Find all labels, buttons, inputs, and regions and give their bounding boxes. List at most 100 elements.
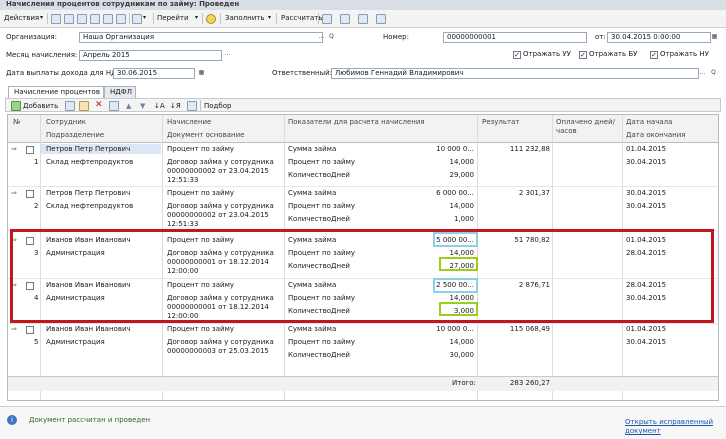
edit-icon[interactable]: [79, 101, 89, 111]
indicator-value[interactable]: 14,000: [428, 338, 475, 347]
toolbar-separator: [153, 13, 154, 24]
ellipsis-icon[interactable]: …: [698, 69, 707, 78]
indicator-value[interactable]: 6 000 00...: [428, 189, 474, 198]
calendar-icon[interactable]: ▦: [710, 33, 719, 42]
table-row[interactable]: ⇒ Петров Петр Петрович 1 Склад нефтепрод…: [8, 144, 718, 186]
row-checkbox[interactable]: [26, 326, 34, 334]
month-label: Месяц начисления:: [6, 51, 78, 59]
copy-row-icon[interactable]: [65, 101, 75, 111]
move-down-icon[interactable]: ▼: [140, 100, 145, 112]
actions-menu[interactable]: Действия: [4, 12, 39, 24]
month-field[interactable]: Апрель 2015: [79, 50, 222, 61]
unpost-icon[interactable]: [103, 14, 113, 24]
row-checkbox[interactable]: [26, 190, 34, 198]
date-start-cell[interactable]: 30.04.2015: [626, 189, 666, 198]
doc-cell[interactable]: Договор займа у сотрудника: [167, 338, 274, 347]
org-field[interactable]: Наша Организация: [79, 32, 323, 43]
chevron-down-icon[interactable]: ▾: [268, 12, 271, 24]
col-indicators[interactable]: Показатели для расчета начисления: [288, 118, 425, 126]
reflect-bu-label: Отражать БУ: [589, 50, 638, 58]
copy-icon[interactable]: [64, 14, 74, 24]
chevron-down-icon[interactable]: ▾: [143, 12, 146, 24]
fill-menu[interactable]: Заполнить: [225, 12, 264, 24]
employee-cell[interactable]: Иванов Иван Иванович: [46, 325, 131, 334]
accrual-cell[interactable]: Процент по займу: [167, 325, 234, 334]
move-up-icon[interactable]: ▲: [126, 100, 131, 112]
indicator-value[interactable]: 10 000 0...: [428, 145, 474, 154]
date-start-cell[interactable]: 01.04.2015: [626, 145, 666, 154]
col-basis-doc[interactable]: Документ основание: [167, 131, 244, 139]
col-employee[interactable]: Сотрудник: [46, 118, 86, 126]
indicator-value[interactable]: 14,000: [428, 158, 475, 167]
col-date-end[interactable]: Дата окончания: [626, 131, 685, 139]
date-end-cell[interactable]: 30.04.2015: [626, 338, 666, 347]
col-accrual[interactable]: Начисление: [167, 118, 211, 126]
col-paid[interactable]: Оплачено дней/часов: [556, 118, 622, 136]
reflect-uu-checkbox[interactable]: ✓: [513, 51, 521, 59]
number-field[interactable]: 00000000001: [443, 32, 587, 43]
col-department[interactable]: Подразделение: [46, 131, 104, 139]
table-row[interactable]: ⇒ Петров Петр Петрович 2 Склад нефтепрод…: [8, 188, 718, 230]
department-cell[interactable]: Склад нефтепродуктов: [46, 202, 133, 211]
indicator-value[interactable]: 1,000: [428, 215, 474, 224]
delete-icon[interactable]: ✕: [95, 99, 103, 111]
open-icon[interactable]: Q: [327, 33, 336, 42]
indicator-name: КоличествоДней: [288, 171, 350, 179]
selection-button[interactable]: Подбор: [204, 100, 231, 112]
date-end-cell[interactable]: 30.04.2015: [626, 202, 666, 211]
ellipsis-icon[interactable]: …: [317, 33, 326, 42]
post-icon[interactable]: [90, 14, 100, 24]
col-result[interactable]: Результат: [482, 118, 519, 126]
add-button[interactable]: Добавить: [23, 100, 58, 112]
accrual-cell[interactable]: Процент по займу: [167, 189, 234, 198]
sort-asc-icon[interactable]: ↓A: [154, 100, 165, 112]
employee-cell[interactable]: Петров Петр Петрович: [46, 145, 130, 154]
department-cell[interactable]: Склад нефтепродуктов: [46, 158, 133, 167]
indicator-value[interactable]: 10 000 0...: [428, 325, 474, 334]
dt-kt-icon[interactable]: [322, 14, 332, 24]
employee-cell[interactable]: Петров Петр Петрович: [46, 189, 130, 198]
chevron-down-icon[interactable]: ▾: [40, 12, 43, 24]
open-corrected-link-2[interactable]: документ: [625, 427, 661, 435]
sort-desc-icon[interactable]: ↓Я: [170, 100, 181, 112]
calendar-icon[interactable]: ▦: [197, 69, 206, 78]
doc-cell[interactable]: Договор займа у сотрудника: [167, 158, 274, 167]
dt-kt-accounting-icon[interactable]: [340, 14, 350, 24]
open-icon[interactable]: Q: [709, 69, 718, 78]
table-row[interactable]: ⇒ Иванов Иван Иванович 5 Администрация П…: [8, 324, 718, 366]
date-end-cell[interactable]: 30.04.2015: [626, 158, 666, 167]
table-settings-icon[interactable]: [187, 101, 197, 111]
doc-cell[interactable]: Договор займа у сотрудника: [167, 202, 274, 211]
date-field[interactable]: 30.04.2015 0:00:00: [607, 32, 711, 43]
reflect-nu-checkbox[interactable]: ✓: [650, 51, 658, 59]
row-checkbox[interactable]: [26, 146, 34, 154]
calculate-button[interactable]: Рассчитать: [281, 12, 322, 24]
select-icon[interactable]: …: [223, 50, 232, 59]
payout-date-field[interactable]: 30.06.2015: [113, 68, 195, 79]
open-corrected-link[interactable]: Открыть исправленный: [625, 418, 713, 426]
reflect-bu-checkbox[interactable]: ✓: [579, 51, 587, 59]
indicator-value[interactable]: 29,000: [428, 171, 475, 180]
goto-menu[interactable]: Перейти: [157, 12, 189, 24]
loan-amount-highlight: [433, 232, 478, 247]
col-no[interactable]: №: [13, 118, 20, 126]
tab-interest-accrual[interactable]: Начисление процентов: [8, 86, 104, 98]
structure-icon[interactable]: [132, 14, 142, 24]
end-edit-icon[interactable]: [109, 101, 119, 111]
date-start-cell[interactable]: 01.04.2015: [626, 325, 666, 334]
dt-kt-tax-icon[interactable]: [358, 14, 368, 24]
indicator-value[interactable]: 30,000: [428, 351, 475, 360]
help-icon[interactable]: [206, 14, 216, 24]
save-icon[interactable]: [77, 14, 87, 24]
col-date-start[interactable]: Дата начала: [626, 118, 672, 126]
print-icon[interactable]: [116, 14, 126, 24]
dt-kt-management-icon[interactable]: [376, 14, 386, 24]
new-icon[interactable]: [51, 14, 61, 24]
accrual-cell[interactable]: Процент по займу: [167, 145, 234, 154]
add-icon[interactable]: [11, 101, 21, 111]
chevron-down-icon[interactable]: ▾: [195, 12, 198, 24]
department-cell[interactable]: Администрация: [46, 338, 105, 347]
tab-ndfl[interactable]: НДФЛ: [104, 86, 136, 98]
responsible-field[interactable]: Любимов Геннадий Владимирович: [331, 68, 699, 79]
indicator-value[interactable]: 14,000: [428, 202, 475, 211]
